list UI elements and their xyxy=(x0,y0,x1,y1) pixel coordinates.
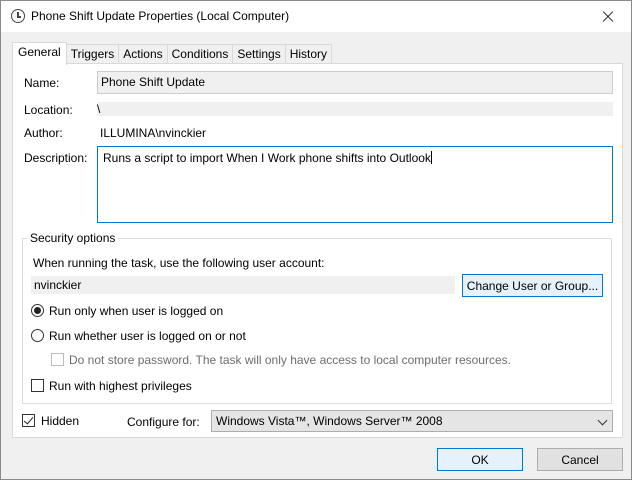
tab-conditions[interactable]: Conditions xyxy=(166,44,234,65)
run-whether-radio[interactable] xyxy=(31,329,44,342)
run-logged-on-label[interactable]: Run only when user is logged on xyxy=(49,304,223,318)
tab-general[interactable]: General xyxy=(12,42,67,65)
hidden-checkbox[interactable] xyxy=(22,414,35,427)
author-value: ILLUMINA\nvinckier xyxy=(100,126,207,140)
configure-for-select[interactable]: Windows Vista™, Windows Server™ 2008 xyxy=(211,410,613,432)
description-text: Runs a script to import When I Work phon… xyxy=(103,151,431,165)
location-value: \ xyxy=(97,102,613,116)
task-clock-icon xyxy=(11,9,25,23)
properties-dialog: Phone Shift Update Properties (Local Com… xyxy=(0,0,632,480)
location-label: Location: xyxy=(24,103,73,117)
text-caret xyxy=(430,151,432,164)
description-textarea[interactable]: Runs a script to import When I Work phon… xyxy=(97,146,613,223)
title-bar[interactable]: Phone Shift Update Properties (Local Com… xyxy=(1,1,631,32)
author-label: Author: xyxy=(24,126,63,140)
cancel-button[interactable]: Cancel xyxy=(537,448,623,471)
change-user-button[interactable]: Change User or Group... xyxy=(462,274,603,297)
tab-strip: General Triggers Actions Conditions Sett… xyxy=(12,42,333,65)
window-title: Phone Shift Update Properties (Local Com… xyxy=(31,9,290,23)
account-prompt: When running the task, use the following… xyxy=(33,256,325,270)
user-account-value: nvinckier xyxy=(34,278,82,292)
description-label: Description: xyxy=(24,151,88,165)
hidden-label[interactable]: Hidden xyxy=(41,414,79,428)
tab-history[interactable]: History xyxy=(284,44,333,65)
security-options-legend: Security options xyxy=(27,231,119,245)
ok-button[interactable]: OK xyxy=(437,448,523,471)
run-whether-label[interactable]: Run whether user is logged on or not xyxy=(49,329,246,343)
name-field[interactable]: Phone Shift Update xyxy=(97,71,613,94)
user-account-field: nvinckier xyxy=(31,276,455,294)
chevron-down-icon xyxy=(597,415,608,426)
general-tab-panel: Name: Phone Shift Update Location: \ Aut… xyxy=(12,63,623,438)
tab-triggers[interactable]: Triggers xyxy=(65,44,120,65)
no-store-password-checkbox[interactable] xyxy=(51,353,64,366)
name-label: Name: xyxy=(24,76,60,90)
location-text: \ xyxy=(97,102,101,116)
tab-settings[interactable]: Settings xyxy=(232,44,286,65)
no-store-password-label: Do not store password. The task will onl… xyxy=(69,353,511,367)
highest-privileges-checkbox[interactable] xyxy=(31,379,44,392)
configure-for-label: Configure for: xyxy=(127,415,200,429)
close-button[interactable] xyxy=(585,1,631,32)
configure-for-value: Windows Vista™, Windows Server™ 2008 xyxy=(216,414,443,428)
highest-privileges-label[interactable]: Run with highest privileges xyxy=(49,379,192,393)
tab-actions[interactable]: Actions xyxy=(118,44,168,65)
run-logged-on-radio[interactable] xyxy=(31,304,44,317)
